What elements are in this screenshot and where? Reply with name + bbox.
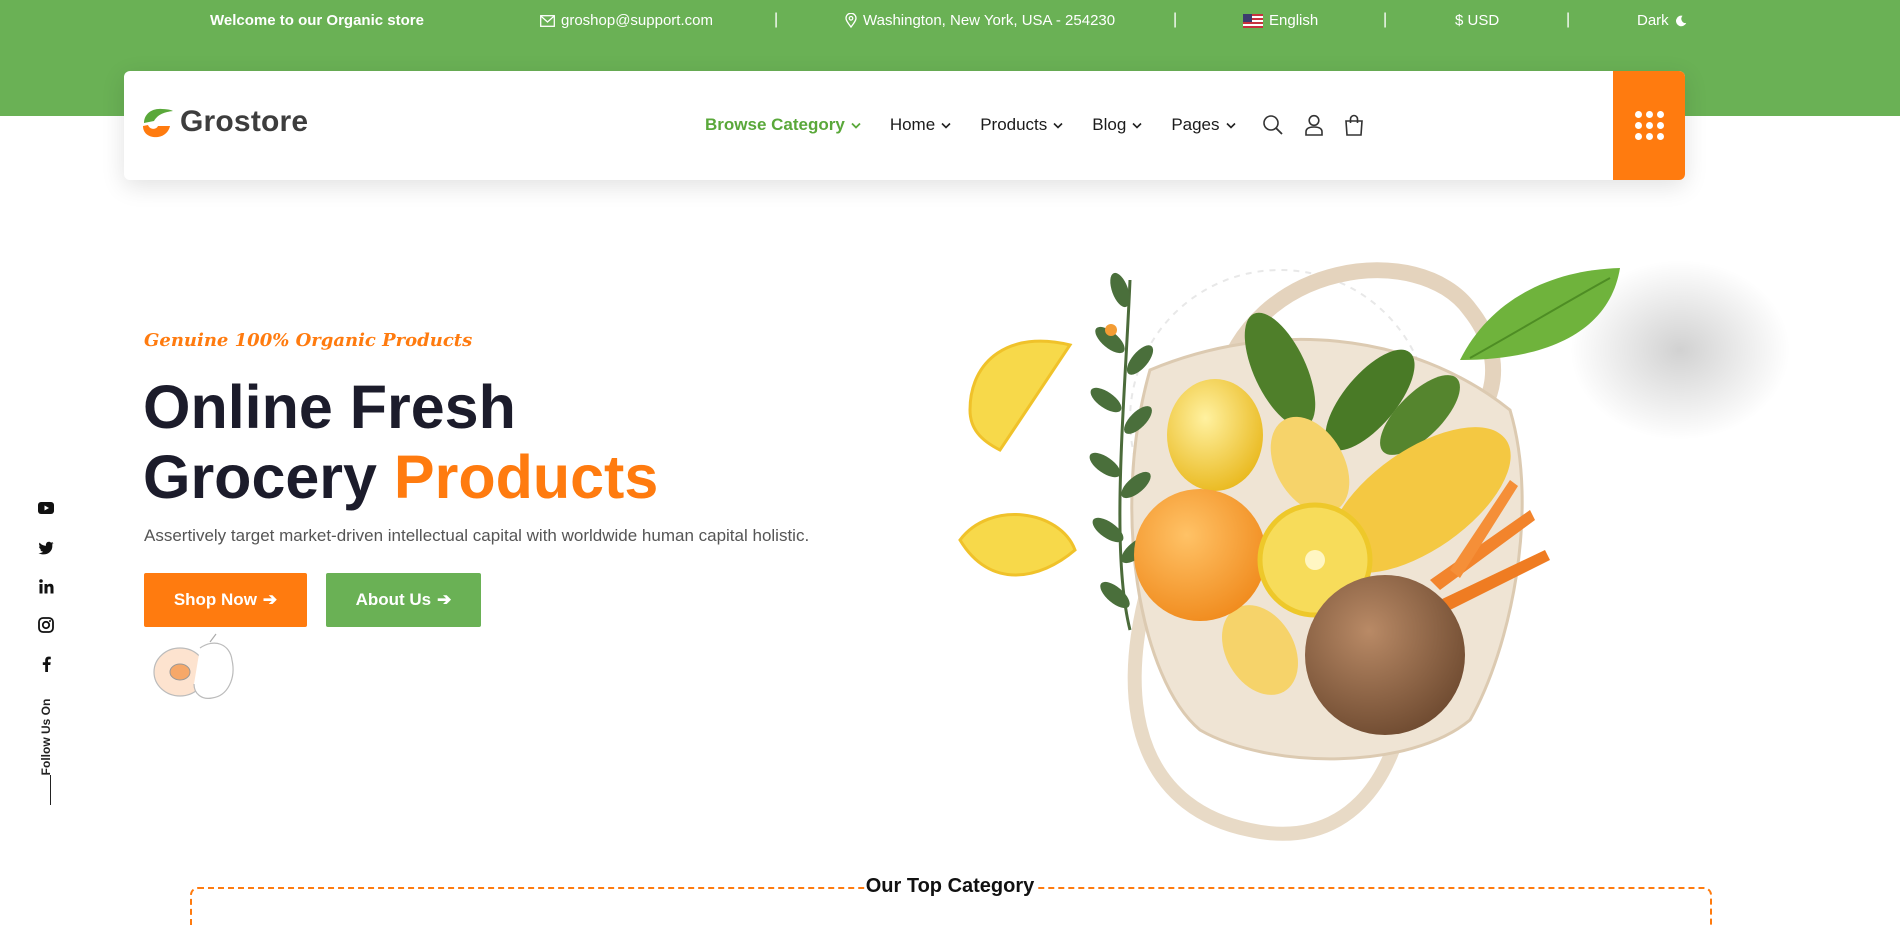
section-title: Our Top Category bbox=[865, 875, 1035, 897]
search-icon bbox=[1262, 115, 1283, 135]
hero-heading: Online Fresh Grocery Products bbox=[143, 372, 658, 512]
twitter-link[interactable] bbox=[36, 541, 56, 555]
shop-now-button[interactable]: Shop Now ➔ bbox=[144, 573, 307, 627]
brand-logo[interactable]: Grostore bbox=[140, 105, 308, 139]
leaf-logo-icon bbox=[143, 108, 173, 138]
hero-heading-line2: Grocery Products bbox=[143, 442, 658, 512]
hero-heading-line1: Online Fresh bbox=[143, 373, 516, 441]
youtube-link[interactable] bbox=[36, 502, 56, 514]
user-icon bbox=[1304, 114, 1323, 136]
currency-label: $ USD bbox=[1455, 12, 1500, 29]
account-button[interactable] bbox=[1304, 114, 1324, 136]
nav-blog[interactable]: Blog bbox=[1092, 115, 1142, 135]
hero-description: Assertively target market-driven intelle… bbox=[144, 526, 810, 545]
chevron-down-icon bbox=[1053, 122, 1063, 129]
cart-button[interactable] bbox=[1344, 114, 1364, 136]
chevron-down-icon bbox=[941, 122, 951, 129]
divider: | bbox=[1173, 11, 1178, 28]
follow-text: Follow Us On bbox=[39, 698, 53, 776]
address-link[interactable]: Washington, New York, USA - 254230 bbox=[845, 12, 1115, 29]
follow-line bbox=[50, 775, 51, 805]
nav-browse-category[interactable]: Browse Category bbox=[705, 115, 861, 135]
grid-menu-button[interactable] bbox=[1613, 71, 1685, 180]
brand-name: Grostore bbox=[180, 105, 309, 138]
address-text: Washington, New York, USA - 254230 bbox=[863, 12, 1116, 29]
theme-toggle[interactable]: Dark bbox=[1637, 12, 1687, 29]
language-label: English bbox=[1269, 12, 1319, 29]
nav-label: Browse Category bbox=[705, 115, 845, 134]
youtube-icon bbox=[38, 502, 54, 514]
shopping-bag-icon bbox=[1344, 114, 1363, 136]
nav-products[interactable]: Products bbox=[980, 115, 1063, 135]
hero-tagline: Genuine 100% Organic Products bbox=[144, 330, 473, 351]
fruit-sketch-illustration bbox=[153, 633, 234, 699]
language-selector[interactable]: English bbox=[1243, 12, 1318, 29]
arrow-right-icon: ➔ bbox=[437, 590, 452, 609]
nav-label: Products bbox=[980, 115, 1048, 134]
divider: | bbox=[774, 11, 779, 28]
nav-label: Blog bbox=[1092, 115, 1127, 134]
nav-label: Pages bbox=[1171, 115, 1220, 134]
divider: | bbox=[1383, 11, 1388, 28]
about-us-button[interactable]: About Us ➔ bbox=[326, 573, 481, 627]
facebook-link[interactable] bbox=[36, 656, 56, 672]
chevron-down-icon bbox=[1225, 122, 1236, 129]
instagram-link[interactable] bbox=[36, 617, 56, 633]
nav-pages[interactable]: Pages bbox=[1171, 115, 1236, 135]
main-navbar: Grostore Browse Category Home Products B… bbox=[124, 71, 1685, 180]
email-text: groshop@support.com bbox=[561, 12, 713, 29]
follow-us-label: Follow Us On bbox=[36, 690, 56, 805]
nav-home[interactable]: Home bbox=[890, 115, 951, 135]
us-flag-icon bbox=[1243, 13, 1263, 28]
location-pin-icon bbox=[845, 13, 857, 28]
arrow-right-icon: ➔ bbox=[262, 590, 278, 609]
email-link[interactable]: groshop@support.com bbox=[540, 12, 713, 29]
theme-label: Dark bbox=[1637, 12, 1669, 29]
shop-now-label: Shop Now bbox=[173, 590, 257, 609]
moon-icon bbox=[1675, 15, 1686, 26]
about-us-label: About Us bbox=[355, 590, 432, 609]
twitter-icon bbox=[38, 541, 54, 555]
primary-nav: Browse Category Home Products Blog Pages bbox=[705, 111, 1384, 139]
chevron-down-icon bbox=[851, 122, 861, 129]
facebook-icon bbox=[42, 656, 51, 672]
mail-icon bbox=[540, 14, 555, 27]
linkedin-icon bbox=[38, 579, 53, 594]
instagram-icon bbox=[38, 617, 54, 633]
grocery-bag-illustration bbox=[958, 260, 1790, 841]
chevron-down-icon bbox=[1132, 122, 1142, 129]
hero-heading-plain: Grocery bbox=[143, 443, 377, 511]
divider: | bbox=[1566, 11, 1571, 28]
currency-selector[interactable]: $ USD bbox=[1455, 12, 1499, 29]
linkedin-link[interactable] bbox=[36, 579, 56, 594]
welcome-text: Welcome to our Organic store bbox=[210, 12, 424, 29]
nav-label: Home bbox=[889, 115, 936, 134]
grid-menu-icon bbox=[1634, 111, 1664, 140]
hero-heading-accent: Products bbox=[393, 443, 659, 511]
search-button[interactable] bbox=[1262, 114, 1284, 136]
